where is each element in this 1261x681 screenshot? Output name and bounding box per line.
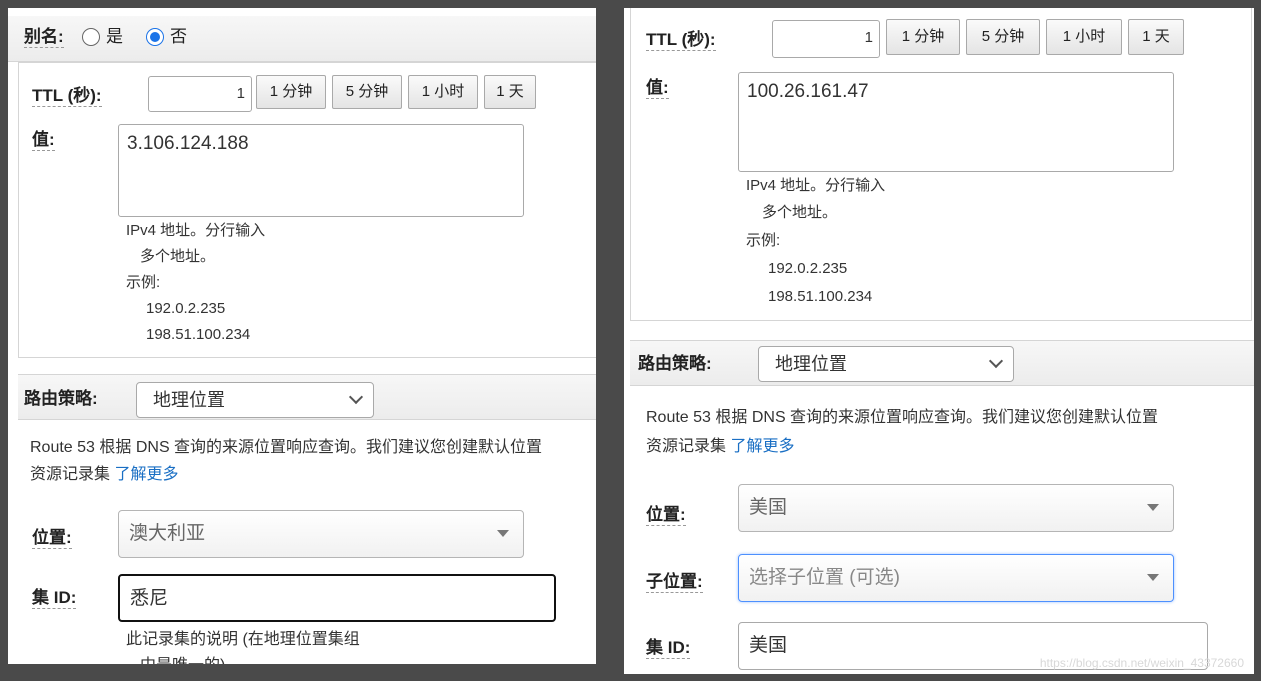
routing-policy-value: 地理位置 xyxy=(153,390,225,410)
value-help-line5: 198.51.100.234 xyxy=(146,326,251,343)
ttl-input[interactable]: 1 xyxy=(772,20,880,58)
sublocation-select[interactable]: 选择子位置 (可选) xyxy=(738,554,1174,602)
routing-description-text: 资源记录集 xyxy=(646,438,727,455)
location-value: 美国 xyxy=(749,497,788,518)
routing-description-line2: 资源记录集 了解更多 xyxy=(646,434,794,460)
learn-more-link[interactable]: 了解更多 xyxy=(114,466,178,483)
value-help-line4: 192.0.2.235 xyxy=(146,300,226,317)
routing-description-text: 资源记录集 xyxy=(30,466,111,483)
sublocation-placeholder: 选择子位置 (可选) xyxy=(749,567,900,588)
location-value: 澳大利亚 xyxy=(129,523,206,544)
alias-label: 别名: xyxy=(24,27,64,48)
alias-no-text: 否 xyxy=(170,27,187,46)
value-label: 值: xyxy=(32,130,55,151)
ttl-input[interactable]: 1 xyxy=(148,76,252,112)
location-label: 位置: xyxy=(32,528,72,549)
value-help-line5: 198.51.100.234 xyxy=(768,288,873,305)
dropdown-triangle-icon xyxy=(1147,504,1159,511)
routing-policy-label: 路由策略: xyxy=(638,354,712,373)
routing-policy-label: 路由策略: xyxy=(24,389,98,408)
value-help-line1: IPv4 地址。分行输入 xyxy=(126,222,266,239)
value-help-line3: 示例: xyxy=(746,232,781,249)
set-id-help-line2: 中是唯一的) xyxy=(140,653,225,664)
ttl-1hour-button[interactable]: 1 小时 xyxy=(408,75,478,109)
ttl-label: TTL (秒): xyxy=(646,30,716,51)
set-id-label: 集 ID: xyxy=(646,638,691,659)
routing-description-line2: 资源记录集 了解更多 xyxy=(30,462,178,488)
value-help-line4: 192.0.2.235 xyxy=(768,260,848,277)
value-help-line2: 多个地址。 xyxy=(762,204,838,221)
ttl-5min-button[interactable]: 5 分钟 xyxy=(966,19,1040,55)
value-textarea[interactable]: 3.106.124.188 xyxy=(118,124,524,217)
alias-no-radio[interactable] xyxy=(146,28,164,46)
ttl-label: TTL (秒): xyxy=(32,86,102,107)
value-textarea[interactable]: 100.26.161.47 xyxy=(738,72,1174,172)
value-help-line2: 多个地址。 xyxy=(140,248,216,265)
chevron-down-icon xyxy=(348,389,364,405)
sublocation-label: 子位置: xyxy=(646,572,703,593)
set-id-label: 集 ID: xyxy=(32,588,77,609)
right-panel: TTL (秒): 1 1 分钟 5 分钟 1 小时 1 天 值: 100.26.… xyxy=(624,8,1254,674)
dropdown-triangle-icon xyxy=(1147,574,1159,581)
ttl-5min-button[interactable]: 5 分钟 xyxy=(332,75,402,109)
watermark-text: https://blog.csdn.net/weixin_43372660 xyxy=(1039,656,1244,670)
alias-yes-text: 是 xyxy=(106,27,123,46)
value-help-line3: 示例: xyxy=(126,274,161,291)
chevron-down-icon xyxy=(988,353,1004,369)
left-panel: 别名: 是 否 TTL (秒): 1 1 分钟 5 分钟 1 小时 1 天 值:… xyxy=(8,8,596,664)
dropdown-triangle-icon xyxy=(497,530,509,537)
ttl-1min-button[interactable]: 1 分钟 xyxy=(886,19,960,55)
ttl-1min-button[interactable]: 1 分钟 xyxy=(256,75,326,109)
alias-yes-radio[interactable] xyxy=(82,28,100,46)
value-label: 值: xyxy=(646,78,669,99)
routing-policy-select[interactable]: 地理位置 xyxy=(136,382,374,418)
ttl-1day-button[interactable]: 1 天 xyxy=(1128,19,1184,55)
ttl-1hour-button[interactable]: 1 小时 xyxy=(1046,19,1122,55)
value-help-line1: IPv4 地址。分行输入 xyxy=(746,177,886,194)
set-id-input[interactable]: 悉尼 xyxy=(118,574,556,622)
routing-policy-value: 地理位置 xyxy=(775,354,847,374)
routing-description-line1: Route 53 根据 DNS 查询的来源位置响应查询。我们建议您创建默认位置 xyxy=(646,409,1159,426)
location-select[interactable]: 美国 xyxy=(738,484,1174,532)
learn-more-link[interactable]: 了解更多 xyxy=(730,438,794,455)
routing-description-line1: Route 53 根据 DNS 查询的来源位置响应查询。我们建议您创建默认位置 xyxy=(30,439,543,456)
location-select[interactable]: 澳大利亚 xyxy=(118,510,524,558)
routing-policy-select[interactable]: 地理位置 xyxy=(758,346,1014,382)
ttl-1day-button[interactable]: 1 天 xyxy=(484,75,536,109)
location-label: 位置: xyxy=(646,505,686,526)
set-id-help-line1: 此记录集的说明 (在地理位置集组 xyxy=(126,631,360,648)
